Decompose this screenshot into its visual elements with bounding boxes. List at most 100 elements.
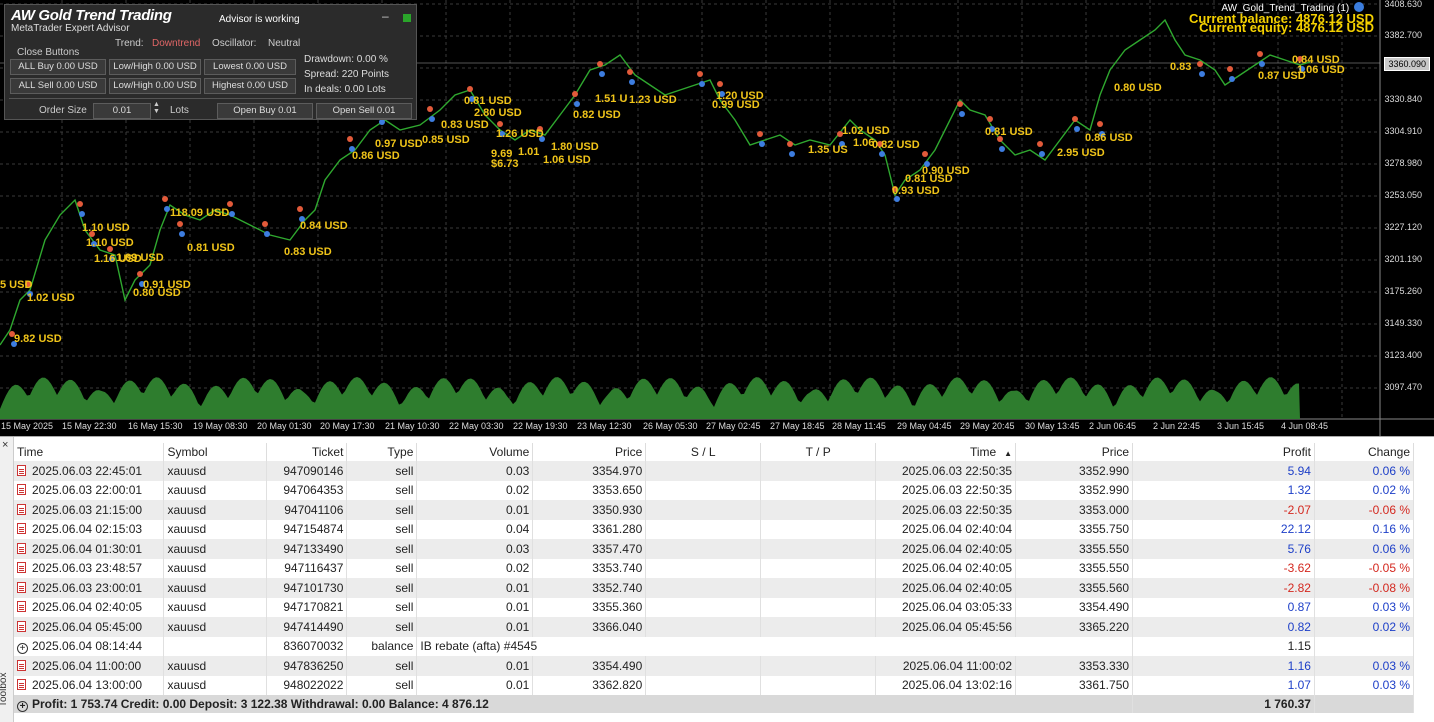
sell-marker [77,201,83,207]
stepper-up-icon[interactable]: ▲ [153,101,160,108]
table-row[interactable]: 2025.06.04 02:15:03 xauusd 947154874 sell 0.… [14,519,1415,539]
col-price-cell: 3362.820 [532,675,647,695]
col-ticket-cell: 947836250 [266,656,348,676]
sell-marker [922,151,928,157]
sell-marker [627,69,633,75]
column-header-label: Time [17,445,44,459]
open-sell-button[interactable]: Open Sell 0.01 [316,103,412,119]
time-axis-label: 29 May 20:45 [960,421,1015,431]
col-symbol-header[interactable]: Symbol [163,443,268,461]
sell-marker [957,101,963,107]
time-axis-label: 22 May 19:30 [513,421,568,431]
buy-marker [699,81,705,87]
order-size-input[interactable]: 0.01 [93,103,151,119]
expand-plus-icon[interactable]: + [17,700,28,712]
col-profit-cell: -2.82 [1132,578,1315,598]
order-size-stepper[interactable]: ▲ ▼ [153,101,160,115]
col-tp-cell [760,519,877,539]
close-all-buy-button[interactable]: ALL Buy 0.00 USD [10,59,106,75]
trade-profit-label: 1.10 USD [82,222,130,234]
table-row[interactable]: +2025.06.04 08:14:44 836070032 balance IB r… [14,636,1415,656]
minimize-button[interactable]: – [382,9,389,23]
col-profit-header[interactable]: Profit [1132,443,1315,461]
time-axis-label: 23 May 12:30 [577,421,632,431]
col-tp-cell [760,617,877,637]
price-axis-label: 3382.700 [1384,30,1422,40]
table-row[interactable]: 2025.06.04 02:40:05 xauusd 947170821 sell 0.… [14,597,1415,617]
close-lowest-button[interactable]: Lowest 0.00 USD [204,59,296,75]
table-row[interactable]: 2025.06.03 21:15:00 xauusd 947041106 sell 0.… [14,500,1415,520]
time-axis-label: 2 Jun 06:45 [1089,421,1137,431]
open-time-text: 2025.06.03 23:00:01 [32,580,143,595]
col-profit-cell: 5.76 [1132,539,1315,559]
total-profit: 1 760.37 [1132,695,1315,713]
volume-histogram [0,377,1300,419]
col-symbol-cell: xauusd [163,656,268,676]
table-row[interactable]: 2025.06.03 22:45:01 xauusd 947090146 sell 0.… [14,461,1415,481]
col-tp-cell [760,675,877,695]
col-type-header[interactable]: Type [346,443,418,461]
table-row[interactable]: 2025.06.03 23:00:01 xauusd 947101730 sell 0.… [14,578,1415,598]
close-low-high-sell-button[interactable]: Low/High 0.00 USD [109,78,201,94]
table-row[interactable]: 2025.06.04 13:00:00 xauusd 948022022 sell 0.… [14,675,1415,695]
buy-marker [629,79,635,85]
buy-marker [759,141,765,147]
current-price-tag: 3360.090 [1384,57,1430,71]
trade-profit-label: 2.95 USD [1057,147,1105,159]
col-price-cell: 3354.970 [532,461,647,481]
col-price-header[interactable]: Price [532,443,647,461]
col-tp-header[interactable]: T / P [760,443,877,461]
table-header: Time Symbol Ticket Type Volume Price S / L T / … [14,443,1415,461]
col-change-header[interactable]: Change [1314,443,1415,461]
col-ticket-header[interactable]: Ticket [266,443,348,461]
table-row[interactable]: 2025.06.03 23:48:57 xauusd 947116437 sell 0.… [14,558,1415,578]
col-price-cell: 3352.740 [532,578,647,598]
col-close-price-cell: 3352.990 [1015,461,1134,481]
col-ticket-cell: 947154874 [266,519,348,539]
col-sl-header[interactable]: S / L [645,443,762,461]
time-axis-label: 20 May 01:30 [257,421,312,431]
col-close-time-cell: 2025.06.04 02:40:05 [875,539,1017,559]
col-close-price-cell: 3355.750 [1015,519,1134,539]
col-open-time-cell: 2025.06.03 22:00:01 [14,480,165,500]
table-row[interactable]: 2025.06.04 01:30:01 xauusd 947133490 sell 0.… [14,539,1415,559]
sell-marker [467,86,473,92]
col-close-time-cell: 2025.06.03 22:50:35 [875,461,1017,481]
table-row[interactable]: 2025.06.04 05:45:00 xauusd 947414490 sell 0.… [14,617,1415,637]
col-price-cell: 3353.650 [532,480,647,500]
close-highest-button[interactable]: Highest 0.00 USD [204,78,296,94]
col-change-cell: 0.02 % [1314,617,1415,637]
col-open-time-header[interactable]: Time [14,443,165,461]
col-close-price-cell: 3352.990 [1015,480,1134,500]
col-profit-cell: 5.94 [1132,461,1315,481]
col-ticket-cell: 947170821 [266,597,348,617]
price-chart[interactable]: 3408.6303382.7003356.7703330.8403304.910… [0,0,1434,436]
open-buy-button[interactable]: Open Buy 0.01 [217,103,313,119]
close-all-sell-button[interactable]: ALL Sell 0.00 USD [10,78,106,94]
table-row[interactable]: 2025.06.04 11:00:00 xauusd 947836250 sell 0.… [14,656,1415,676]
buy-marker [1229,76,1235,82]
open-time-text: 2025.06.03 22:00:01 [32,483,143,498]
time-axis-label: 30 May 13:45 [1025,421,1080,431]
close-icon[interactable]: × [2,439,8,451]
col-close-time-header[interactable]: Time ▲ [875,443,1017,461]
oscillator-value: Neutral [268,38,301,49]
col-close-time-cell: 2025.06.04 13:02:16 [875,675,1017,695]
col-sl-cell [645,500,762,520]
col-volume-cell: 0.02 [416,558,534,578]
close-low-high-buy-button[interactable]: Low/High 0.00 USD [109,59,201,75]
col-price-cell: 3353.740 [532,558,647,578]
sell-marker [297,206,303,212]
stepper-down-icon[interactable]: ▼ [153,108,160,115]
col-volume-header[interactable]: Volume [416,443,534,461]
buy-marker [79,211,85,217]
trade-profit-label: 0.93 USD [892,185,940,197]
col-symbol-cell: xauusd [163,539,268,559]
table-row[interactable]: 2025.06.03 22:00:01 xauusd 947064353 sell 0.… [14,480,1415,500]
col-close-price-header[interactable]: Price [1015,443,1134,461]
status-indicator-icon [403,14,411,22]
trade-profit-label: 5 USD [0,279,33,291]
col-close-time-cell: 2025.06.04 02:40:05 [875,578,1017,598]
col-volume-cell: 0.04 [416,519,534,539]
scroll-handle[interactable] [1420,697,1434,715]
